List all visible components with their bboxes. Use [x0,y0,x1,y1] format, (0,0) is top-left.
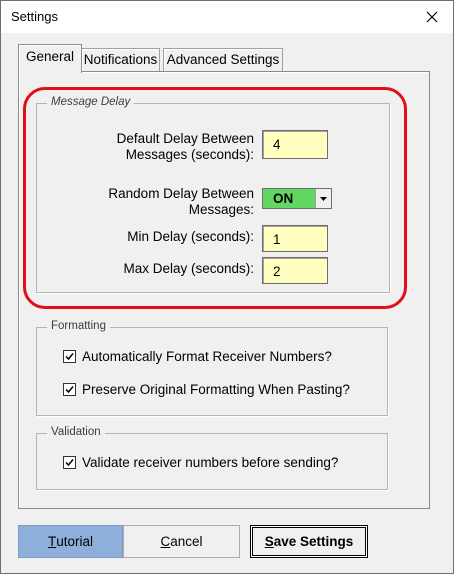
formatting-group: Formatting [36,320,388,416]
default-delay-field[interactable]: 4 [262,130,328,159]
save-settings-button[interactable]: Save Settings [250,525,368,558]
cancel-accelerator: C [160,534,171,549]
checkmark-icon [65,353,74,361]
random-delay-dropdown[interactable]: ON [262,188,332,209]
preserve-formatting-checkbox-row[interactable]: Preserve Original Formatting When Pastin… [63,382,350,397]
tutorial-button[interactable]: Tutorial [18,525,123,558]
cancel-label: ancel [170,534,203,549]
validate-checkbox-row[interactable]: Validate receiver numbers before sending… [63,455,338,470]
preserve-formatting-label: Preserve Original Formatting When Pastin… [82,382,350,397]
random-delay-label-line2: Messages: [188,202,254,217]
close-button[interactable] [411,1,453,33]
tab-notifications[interactable]: Notifications [81,48,160,71]
random-delay-label-line1: Random Delay Between [108,186,254,201]
tab-advanced-settings[interactable]: Advanced Settings [163,48,283,71]
message-delay-legend: Message Delay [47,96,135,108]
default-delay-label-line1: Default Delay Between [116,131,254,146]
cancel-button[interactable]: Cancel [123,525,240,558]
auto-format-label: Automatically Format Receiver Numbers? [82,349,332,364]
dropdown-arrow-button[interactable] [315,189,331,208]
tutorial-label: utorial [56,534,94,549]
title-bar: Settings [1,1,453,33]
validate-label: Validate receiver numbers before sending… [82,455,339,470]
chevron-down-icon [320,196,327,201]
min-delay-label: Min Delay (seconds): [127,229,254,244]
tab-general[interactable]: General [18,44,82,73]
formatting-legend: Formatting [47,320,110,332]
auto-format-checkbox-row[interactable]: Automatically Format Receiver Numbers? [63,349,332,364]
validation-legend: Validation [47,426,105,438]
window-title: Settings [11,9,58,24]
tutorial-accelerator: T [47,534,57,549]
auto-format-checkbox[interactable] [63,350,76,363]
save-label: ave Settings [273,534,354,549]
preserve-formatting-checkbox[interactable] [63,383,76,396]
max-delay-field[interactable]: 2 [262,257,328,284]
checkmark-icon [65,459,74,467]
default-delay-label-line2: Messages (seconds): [125,147,254,162]
max-delay-label: Max Delay (seconds): [123,261,254,276]
random-delay-value: ON [273,191,294,206]
close-icon [426,11,438,23]
validate-checkbox[interactable] [63,456,76,469]
save-accelerator: S [264,534,274,549]
min-delay-field[interactable]: 1 [262,225,328,252]
checkmark-icon [65,386,74,394]
